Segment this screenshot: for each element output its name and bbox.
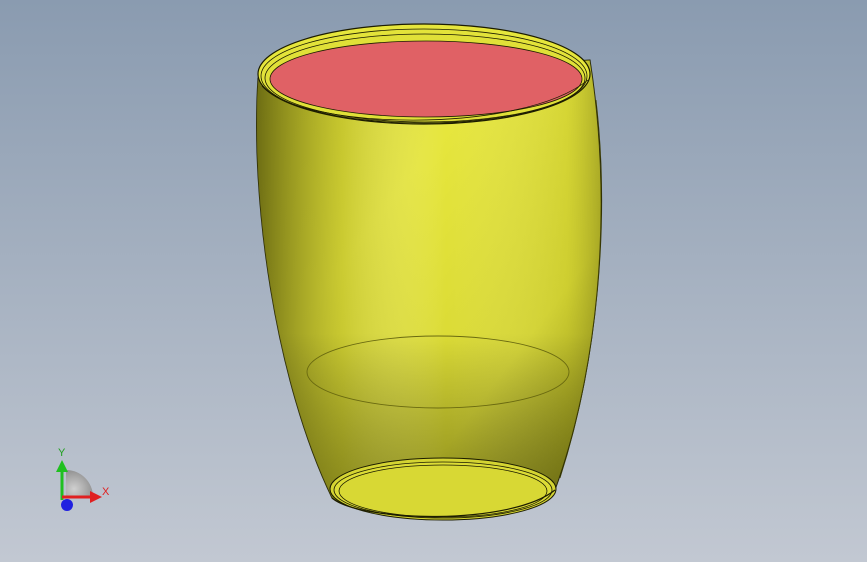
y-axis-label: Y xyxy=(58,447,66,459)
3d-viewport[interactable]: Y X xyxy=(0,0,867,562)
x-axis-label: X xyxy=(102,486,110,498)
top-face[interactable] xyxy=(269,40,583,118)
z-axis-dot-icon xyxy=(61,499,73,511)
base-ring-inner xyxy=(338,464,548,518)
viewport-canvas[interactable]: Y X xyxy=(0,0,867,562)
